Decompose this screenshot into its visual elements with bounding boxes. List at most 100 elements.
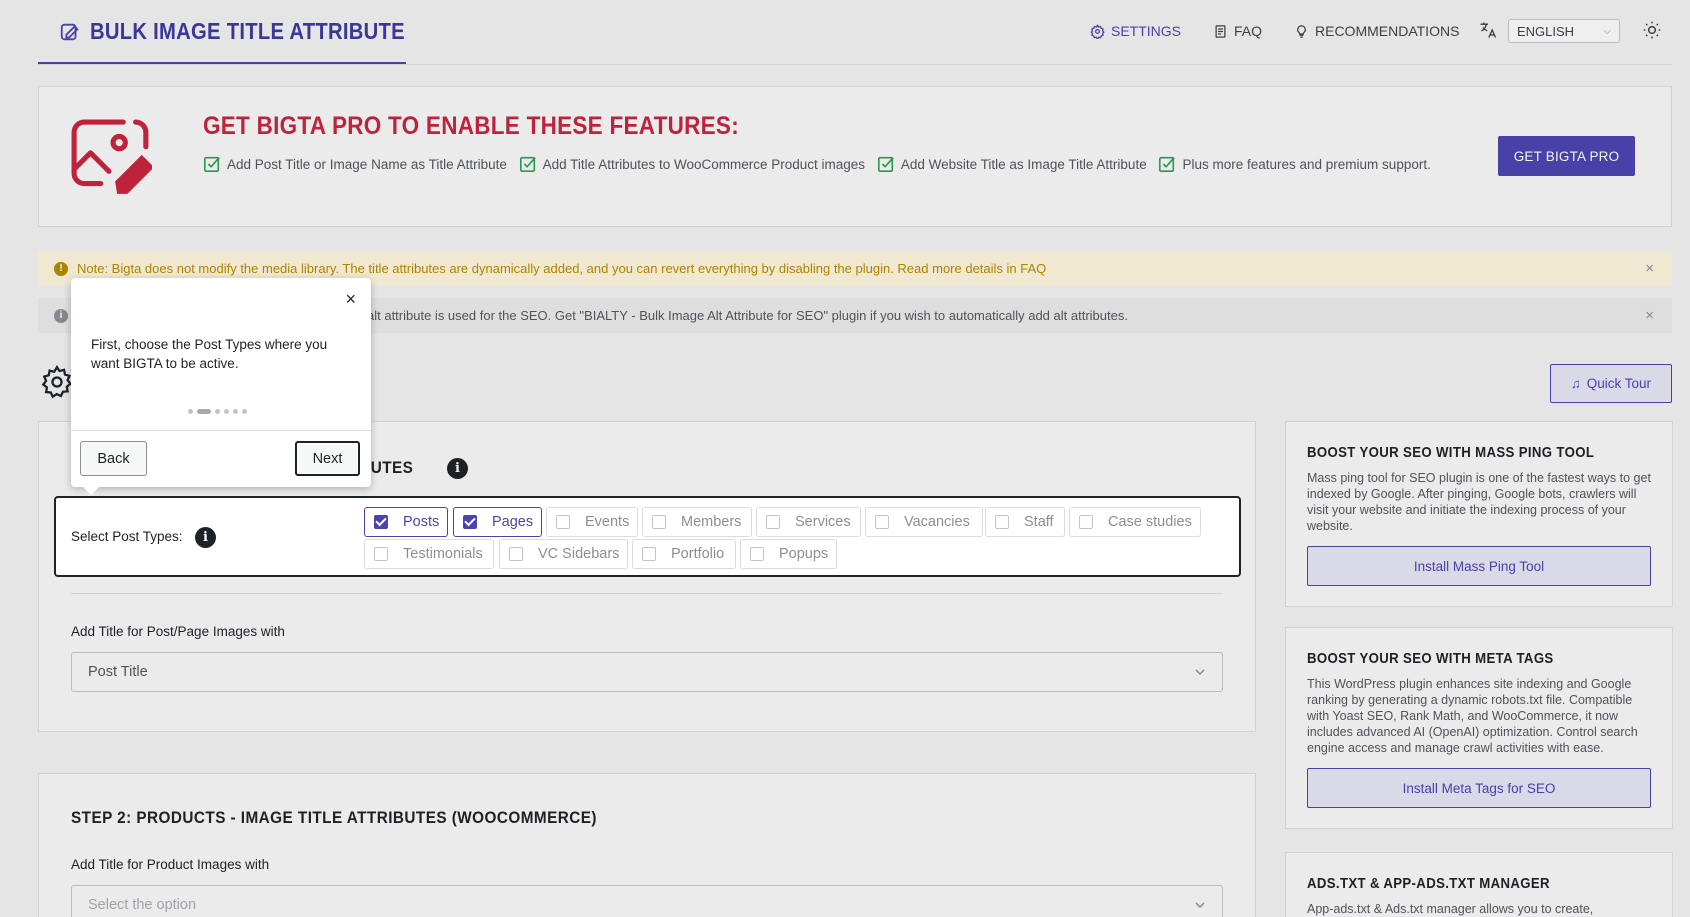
nav-settings[interactable]: SETTINGS [1090,20,1181,42]
gear-icon [1090,23,1105,39]
header-divider [38,64,1672,65]
checkbox-icon [750,547,764,561]
promo-feature-list: Add Post Title or Image Name as Title At… [203,152,1433,178]
product-title-source-placeholder: Select the option [88,897,197,913]
post-type-label: Pages [492,514,534,530]
chevron-down-icon [1195,669,1205,676]
post-type-checkbox[interactable]: Popups [740,539,837,569]
install-mass-ping-button[interactable]: Install Mass Ping Tool [1307,546,1651,586]
post-type-label: Posts [403,514,440,530]
tour-next-button[interactable]: Next [295,441,360,476]
card-title: ADS.TXT & APP-ADS.TXT MANAGER [1307,875,1550,892]
ads-txt-card: ADS.TXT & APP-ADS.TXT MANAGER App-ads.tx… [1285,852,1673,917]
checkbox-icon [642,547,656,561]
post-type-checkbox[interactable]: Posts [364,507,448,537]
product-title-source-select[interactable]: Select the option [71,885,1223,917]
post-type-checkbox[interactable]: Portfolio [632,539,736,569]
tour-step-dot [215,409,220,414]
close-icon[interactable]: × [1645,307,1654,324]
checkbox-checked-icon [374,515,388,529]
post-type-label: Vacancies [904,514,970,530]
divider [71,430,371,431]
divider [71,593,1223,594]
close-icon[interactable]: × [1645,260,1654,277]
checkbox-checked-icon [519,156,536,173]
info-notice-text: alt attribute is used for the SEO. Get "… [367,308,1128,323]
post-type-checkbox[interactable]: Case studies [1069,507,1201,537]
post-type-checkbox[interactable]: Testimonials [364,539,494,569]
post-title-source-select[interactable]: Post Title [71,652,1223,692]
tour-step-dot [233,409,238,414]
tour-step-dot [242,409,247,414]
mass-ping-card: BOOST YOUR SEO WITH MASS PING TOOL Mass … [1285,421,1673,607]
get-pro-button[interactable]: GET BIGTA PRO [1498,136,1635,176]
nav-recommendations[interactable]: RECOMMENDATIONS [1294,20,1459,42]
meta-tags-card: BOOST YOUR SEO WITH META TAGS This WordP… [1285,627,1673,829]
nav-faq-label: FAQ [1234,23,1263,39]
install-meta-tags-button[interactable]: Install Meta Tags for SEO [1307,768,1651,808]
tour-step-dot [188,409,193,414]
quick-tour-label: Quick Tour [1586,376,1652,391]
post-type-label: Portfolio [671,546,725,562]
tour-popover: × First, choose the Post Types where you… [71,278,371,495]
music-note-icon: ♫ [1570,376,1581,391]
gear-icon [41,365,73,399]
checkbox-icon [509,547,523,561]
checkbox-checked-icon [1159,156,1176,173]
post-title-source-value: Post Title [88,664,148,680]
chevron-down-icon: ⌵ [1603,25,1611,37]
info-icon[interactable]: i [195,527,216,548]
post-type-checkbox[interactable]: VC Sidebars [499,539,628,569]
post-type-checkbox[interactable]: Pages [453,507,542,537]
post-type-checkbox[interactable]: Vacancies [865,507,983,537]
step2-title: STEP 2: PRODUCTS - IMAGE TITLE ATTRIBUTE… [71,808,597,827]
post-type-checkbox[interactable]: Members [642,507,752,537]
product-title-source-label: Add Title for Product Images with [71,857,270,872]
checkbox-icon [875,515,889,529]
language-select[interactable]: ENGLISH ⌵ [1508,19,1620,43]
card-title: BOOST YOUR SEO WITH MASS PING TOOL [1307,444,1595,461]
nav-faq[interactable]: FAQ [1213,20,1262,42]
promo-feature-text: Add Title Attributes to WooCommerce Prod… [542,157,866,172]
app-title: BULK IMAGE TITLE ATTRIBUTE [90,18,405,44]
post-type-label: Case studies [1108,514,1192,530]
warning-notice-text: Note: Bigta does not modify the media li… [77,261,1047,276]
post-type-label: Members [681,514,742,530]
tour-step-dot [197,409,211,414]
edit-image-icon [60,23,79,41]
post-type-checkbox[interactable]: Events [546,507,638,537]
promo-feature-text: Add Post Title or Image Name as Title At… [227,157,507,172]
document-icon [1215,24,1226,38]
promo-title: GET BIGTA PRO TO ENABLE THESE FEATURES: [203,112,739,140]
chevron-down-icon [1195,902,1205,909]
promo-feature: Plus more features and premium support. [1158,156,1431,173]
checkbox-icon [995,515,1009,529]
post-type-checkbox[interactable]: Staff [985,507,1065,537]
checkbox-icon [374,547,388,561]
translate-icon [1480,22,1497,38]
nav-recommendations-label: RECOMMENDATIONS [1315,23,1460,39]
checkbox-icon [652,515,666,529]
checkbox-icon [556,515,570,529]
promo-feature: Add Title Attributes to WooCommerce Prod… [519,156,866,173]
tour-step-dot [224,409,229,414]
checkbox-icon [1079,515,1093,529]
image-edit-icon [71,119,152,194]
tour-back-button[interactable]: Back [80,441,147,476]
card-text: This WordPress plugin enhances site inde… [1307,677,1638,755]
sun-icon[interactable] [1642,20,1662,40]
language-value: ENGLISH [1517,23,1575,39]
promo-feature: Add Post Title or Image Name as Title At… [203,156,507,173]
post-title-source-label: Add Title for Post/Page Images with [71,624,285,639]
popover-arrow [83,487,99,495]
post-type-label: Events [585,514,630,530]
warning-icon: ! [54,261,68,276]
select-post-types-label: Select Post Types: [71,529,183,544]
post-type-checkbox[interactable]: Services [756,507,861,537]
lightbulb-icon [1297,24,1306,38]
tour-progress-dots [188,409,247,414]
quick-tour-button[interactable]: ♫ Quick Tour [1550,364,1672,403]
close-icon[interactable]: × [345,290,356,308]
tour-text: First, choose the Post Types where you w… [91,337,328,371]
info-icon[interactable]: i [447,458,468,479]
